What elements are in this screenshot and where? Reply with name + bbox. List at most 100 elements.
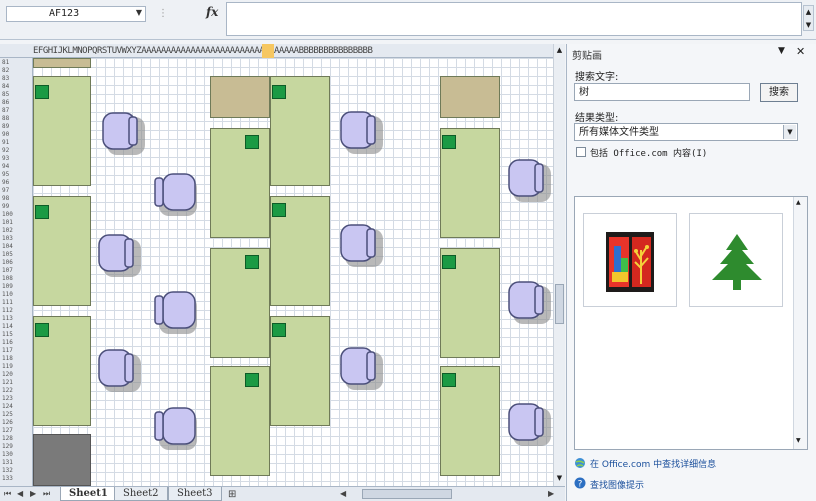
row-number[interactable]: 81	[2, 59, 32, 67]
row-number[interactable]: 121	[2, 379, 32, 387]
image-hints-link[interactable]: 查找图像提示	[590, 478, 644, 491]
row-number[interactable]: 117	[2, 347, 32, 355]
row-number[interactable]: 83	[2, 75, 32, 83]
sheet-tab-1[interactable]: Sheet1	[60, 487, 117, 501]
chair-icon[interactable]	[339, 346, 387, 392]
first-sheet-icon[interactable]: ⏮	[4, 489, 11, 499]
row-number[interactable]: 132	[2, 467, 32, 475]
row-number[interactable]: 119	[2, 363, 32, 371]
hscroll-thumb[interactable]	[362, 489, 452, 499]
row-number[interactable]: 133	[2, 475, 32, 483]
row-number[interactable]: 104	[2, 243, 32, 251]
row-number[interactable]: 86	[2, 99, 32, 107]
row-number[interactable]: 89	[2, 123, 32, 131]
row-number[interactable]: 112	[2, 307, 32, 315]
row-number[interactable]: 111	[2, 299, 32, 307]
chevron-down-icon[interactable]: ▼	[136, 8, 142, 17]
row-number[interactable]: 99	[2, 203, 32, 211]
name-box[interactable]: AF123 ▼	[6, 6, 146, 22]
row-number[interactable]: 92	[2, 147, 32, 155]
row-number[interactable]: 110	[2, 291, 32, 299]
vertical-scrollbar[interactable]: ▲ ▼	[553, 44, 565, 488]
last-sheet-icon[interactable]: ⏭	[43, 489, 50, 499]
result-type-select[interactable]: 所有媒体文件类型	[574, 123, 798, 141]
row-header[interactable]: 81 82 83 84 85 86 87 88 89 90 91 92 93 94 95 96 97 98 99 10…	[0, 58, 33, 486]
scroll-up-icon[interactable]: ▲	[796, 199, 801, 206]
row-number[interactable]: 114	[2, 323, 32, 331]
chair-icon[interactable]	[507, 402, 553, 448]
row-number[interactable]: 101	[2, 219, 32, 227]
next-sheet-icon[interactable]: ▶	[30, 489, 36, 498]
search-button[interactable]: 搜索	[760, 83, 798, 102]
chair-icon[interactable]	[153, 406, 201, 452]
row-number[interactable]: 93	[2, 155, 32, 163]
desk[interactable]	[210, 248, 270, 358]
chevron-down-icon[interactable]: ▼	[783, 125, 796, 139]
row-number[interactable]: 128	[2, 435, 32, 443]
chair-icon[interactable]	[97, 233, 145, 279]
chair-icon[interactable]	[339, 223, 387, 269]
row-number[interactable]: 107	[2, 267, 32, 275]
row-number[interactable]: 125	[2, 411, 32, 419]
row-number[interactable]: 103	[2, 235, 32, 243]
row-number[interactable]: 122	[2, 387, 32, 395]
scroll-up-icon[interactable]: ▲	[555, 46, 564, 54]
chair-icon[interactable]	[97, 348, 145, 394]
include-office-checkbox[interactable]	[576, 147, 586, 157]
grip-icon[interactable]: ⋮	[158, 8, 168, 20]
row-number[interactable]: 98	[2, 195, 32, 203]
chair-icon[interactable]	[153, 290, 201, 336]
row-number[interactable]: 95	[2, 171, 32, 179]
row-number[interactable]: 82	[2, 67, 32, 75]
row-number[interactable]: 96	[2, 179, 32, 187]
row-number[interactable]: 124	[2, 403, 32, 411]
chair-icon[interactable]	[153, 172, 201, 218]
desk-tan[interactable]	[210, 76, 270, 118]
row-number[interactable]: 88	[2, 115, 32, 123]
row-number[interactable]: 85	[2, 91, 32, 99]
formula-input[interactable]	[226, 2, 802, 36]
row-number[interactable]: 102	[2, 227, 32, 235]
pane-options-icon[interactable]: ▼	[778, 46, 785, 56]
desk-tan[interactable]	[33, 58, 91, 68]
row-number[interactable]: 91	[2, 139, 32, 147]
scroll-down-icon[interactable]: ▼	[555, 474, 564, 482]
row-number[interactable]: 123	[2, 395, 32, 403]
close-icon[interactable]: ✕	[796, 45, 805, 58]
desk[interactable]	[210, 366, 270, 476]
hscroll-left-icon[interactable]: ◀	[340, 489, 346, 498]
chair-icon[interactable]	[507, 280, 553, 326]
desk[interactable]	[210, 128, 270, 238]
sheet-tab-2[interactable]: Sheet2	[114, 487, 168, 501]
chair-icon[interactable]	[507, 158, 553, 204]
prev-sheet-icon[interactable]: ◀	[17, 489, 23, 498]
chair-icon[interactable]	[339, 110, 387, 156]
row-number[interactable]: 127	[2, 427, 32, 435]
row-number[interactable]: 97	[2, 187, 32, 195]
row-number[interactable]: 130	[2, 451, 32, 459]
row-number[interactable]: 94	[2, 163, 32, 171]
hscroll-right-icon[interactable]: ▶	[548, 489, 554, 498]
results-scrollbar[interactable]: ▲ ▼	[793, 197, 807, 449]
scroll-down-icon[interactable]: ▼	[796, 437, 801, 444]
row-number[interactable]: 113	[2, 315, 32, 323]
row-number[interactable]: 131	[2, 459, 32, 467]
scroll-thumb[interactable]	[555, 284, 564, 324]
row-number[interactable]: 116	[2, 339, 32, 347]
row-number[interactable]: 105	[2, 251, 32, 259]
desk-tan[interactable]	[440, 76, 500, 118]
insert-sheet-icon[interactable]: ⊞	[228, 489, 236, 500]
row-number[interactable]: 106	[2, 259, 32, 267]
insert-function-button[interactable]: fx	[206, 5, 218, 19]
formula-expand-button[interactable]: ▲ ▼	[803, 5, 814, 31]
chair-icon[interactable]	[101, 111, 149, 157]
row-number[interactable]: 120	[2, 371, 32, 379]
row-number[interactable]: 84	[2, 83, 32, 91]
row-number[interactable]: 126	[2, 419, 32, 427]
sheet-tab-3[interactable]: Sheet3	[168, 487, 222, 501]
row-number[interactable]: 129	[2, 443, 32, 451]
search-input[interactable]: 树	[574, 83, 750, 101]
row-number[interactable]: 87	[2, 107, 32, 115]
worksheet-grid[interactable]	[33, 58, 553, 486]
row-number[interactable]: 100	[2, 211, 32, 219]
